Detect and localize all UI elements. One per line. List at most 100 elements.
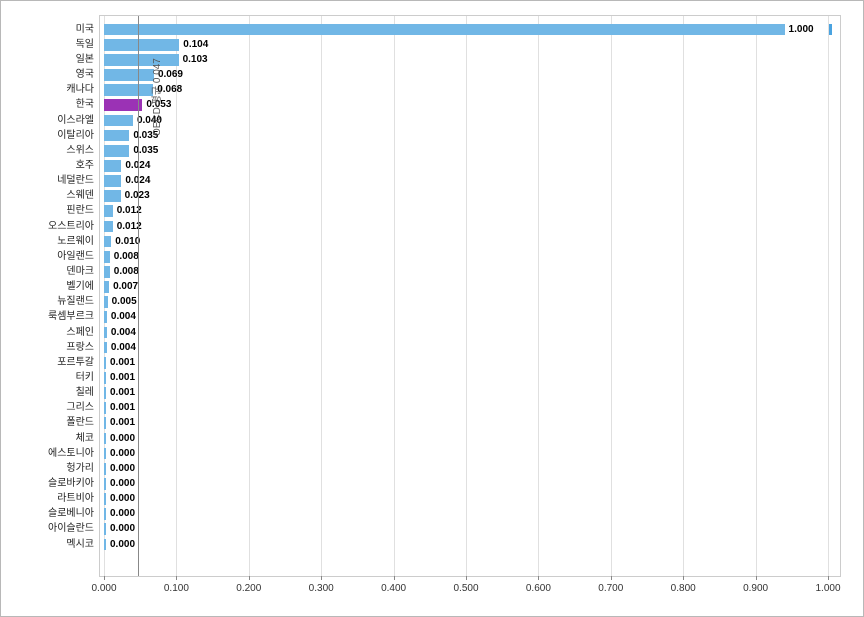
bar: [104, 417, 106, 429]
bar: [104, 115, 133, 127]
category-label: 그리스: [66, 402, 94, 414]
bar-value-label: 0.000: [110, 493, 135, 505]
bar: [104, 281, 109, 293]
x-tick-label: 0.600: [526, 583, 551, 594]
bar: [104, 236, 111, 248]
bar: [104, 69, 154, 81]
category-label: 슬로베니아: [48, 508, 94, 520]
x-tick-mark: [104, 576, 105, 580]
bar: [104, 342, 107, 354]
category-label: 스위스: [66, 145, 94, 157]
bar: [104, 478, 106, 490]
x-tick-mark: [828, 576, 829, 580]
bar: [104, 266, 110, 278]
category-label: 미국: [76, 24, 94, 36]
reference-line: [138, 16, 139, 576]
category-label: 호주: [76, 160, 94, 172]
category-label: 뉴질랜드: [57, 296, 94, 308]
bar: [104, 175, 121, 187]
x-tick-mark: [249, 576, 250, 580]
x-tick-label: 0.100: [164, 583, 189, 594]
bar-value-label: 0.004: [111, 327, 136, 339]
x-tick-label: 0.200: [236, 583, 261, 594]
category-label: 노르웨이: [57, 236, 94, 248]
bar: [104, 84, 153, 96]
grid-line: [176, 16, 177, 576]
bar-value-label: 0.000: [110, 523, 135, 535]
x-tick-mark: [321, 576, 322, 580]
x-tick-label: 0.700: [598, 583, 623, 594]
category-label: 포르투갈: [57, 357, 94, 369]
x-tick-mark: [538, 576, 539, 580]
bar-value-label: 0.103: [183, 54, 208, 66]
bar-value-label: 0.000: [110, 433, 135, 445]
bar: [104, 372, 106, 384]
bar: [104, 190, 121, 202]
x-tick-mark: [611, 576, 612, 580]
category-label: 벨기에: [66, 281, 94, 293]
category-label: 이탈리아: [57, 130, 94, 142]
category-label: 독일: [76, 39, 94, 51]
bar: [104, 24, 785, 36]
category-label: 일본: [76, 54, 94, 66]
x-tick-label: 0.800: [671, 583, 696, 594]
bar-value-label: 0.007: [113, 281, 138, 293]
bar-value-label: 0.000: [110, 478, 135, 490]
bar: [104, 99, 142, 111]
bar: [104, 39, 179, 51]
category-label: 룩셈부르크: [48, 311, 94, 323]
bar: [104, 160, 121, 172]
category-label: 프랑스: [66, 342, 94, 354]
bar-value-label: 0.104: [183, 39, 208, 51]
grid-line: [756, 16, 757, 576]
plot-area: 0.0000.1000.2000.3000.4000.5000.6000.700…: [99, 15, 841, 577]
bar: [104, 402, 106, 414]
bar-value-label: 0.004: [111, 342, 136, 354]
bar-value-label: 0.000: [110, 508, 135, 520]
bar: [104, 448, 106, 460]
bar: [104, 130, 129, 142]
end-marker: [829, 24, 832, 36]
category-label: 폴란드: [66, 417, 94, 429]
bar-value-label: 0.001: [110, 357, 135, 369]
grid-line: [683, 16, 684, 576]
category-label: 네덜란드: [57, 175, 94, 187]
x-tick-label: 0.500: [453, 583, 478, 594]
bar: [104, 145, 129, 157]
bar: [104, 508, 106, 520]
reference-line-label: OECD 평균 0.047: [148, 58, 163, 136]
grid-line: [466, 16, 467, 576]
x-tick-mark: [176, 576, 177, 580]
x-tick-mark: [756, 576, 757, 580]
x-tick-label: 0.300: [309, 583, 334, 594]
bar: [104, 296, 108, 308]
grid-line: [611, 16, 612, 576]
bar-value-label: 0.000: [110, 448, 135, 460]
x-tick-label: 1.000: [815, 583, 840, 594]
bar-value-label: 0.001: [110, 417, 135, 429]
bar: [104, 387, 106, 399]
bar-value-label: 0.004: [111, 311, 136, 323]
x-tick-label: 0.000: [91, 583, 116, 594]
grid-line: [538, 16, 539, 576]
category-label: 에스토니아: [48, 448, 94, 460]
bar: [104, 493, 106, 505]
category-label: 터키: [76, 372, 94, 384]
bar-value-label: 0.000: [110, 463, 135, 475]
x-tick-label: 0.900: [743, 583, 768, 594]
category-label: 아일랜드: [57, 251, 94, 263]
bar: [104, 251, 110, 263]
bar: [104, 433, 106, 445]
bar: [104, 539, 106, 551]
grid-line: [394, 16, 395, 576]
bar-value-label: 0.008: [114, 266, 139, 278]
bar: [104, 357, 106, 369]
category-label: 아이슬란드: [48, 523, 94, 535]
grid-line: [249, 16, 250, 576]
grid-line: [828, 16, 829, 576]
category-label: 체코: [76, 433, 94, 445]
bar-value-label: 0.008: [114, 251, 139, 263]
category-label: 스페인: [66, 327, 94, 339]
category-label: 핀란드: [66, 205, 94, 217]
category-label: 헝가리: [66, 463, 94, 475]
